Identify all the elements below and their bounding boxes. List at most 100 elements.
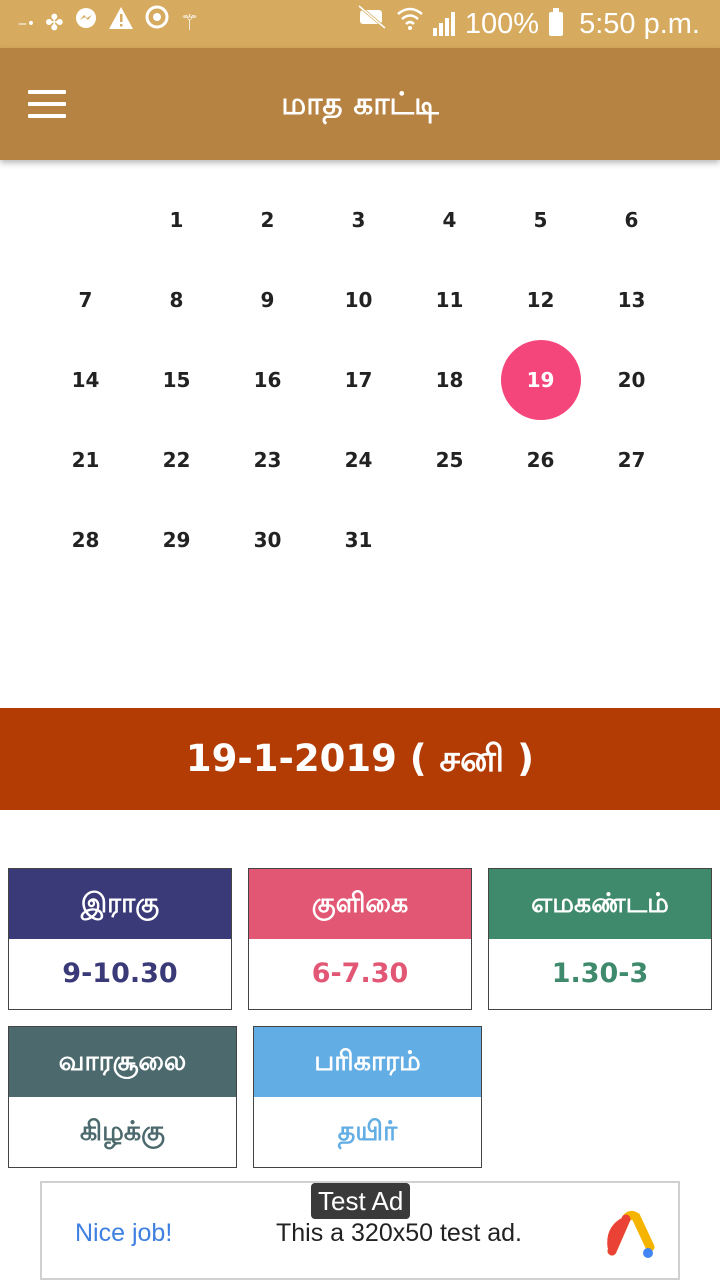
calendar-day-number: 21 [71, 448, 100, 472]
page-title: மாத காட்டி [281, 86, 439, 122]
menu-button[interactable] [22, 78, 74, 130]
adsense-logo-icon [607, 1210, 655, 1258]
calendar-day-10[interactable]: 10 [313, 260, 404, 340]
calendar-day-28[interactable]: 28 [40, 500, 131, 580]
calendar-week-row: 21 22 23 24 25 26 27 [40, 420, 677, 500]
calendar-day-number: 14 [71, 368, 100, 392]
calendar-day-13[interactable]: 13 [586, 260, 677, 340]
calendar-day-5[interactable]: 5 [495, 180, 586, 260]
calendar-day-number: 15 [162, 368, 191, 392]
calendar-day-1[interactable]: 1 [131, 180, 222, 260]
card-title: எமகண்டம் [489, 869, 711, 939]
calendar-day-6[interactable]: 6 [586, 180, 677, 260]
calendar-day-number: 16 [253, 368, 282, 392]
card-value: 1.30-3 [551, 958, 649, 989]
calendar-day-20[interactable]: 20 [586, 340, 677, 420]
calendar-week-row: 7 8 9 10 11 12 13 [40, 260, 677, 340]
card-title: குளிகை [249, 869, 471, 939]
calendar-week-row: 14 15 16 17 18 19 20 [40, 340, 677, 420]
battery-percent: 100% [464, 7, 540, 40]
calendar-day-number: 10 [344, 288, 373, 312]
calendar-day-25[interactable]: 25 [404, 420, 495, 500]
calendar-day-24[interactable]: 24 [313, 420, 404, 500]
month-calendar: 1 2 3 4 5 6 7 8 9 10 11 12 13 14 15 16 17 18 19 20 21 22 23 24 2… [40, 180, 677, 580]
emagandam-card: எமகண்டம் 1.30-3 [488, 868, 712, 1010]
calendar-day-29[interactable]: 29 [131, 500, 222, 580]
calendar-day-number: 4 [442, 208, 457, 232]
calendar-day-11[interactable]: 11 [404, 260, 495, 340]
calendar-day-number: 23 [253, 448, 282, 472]
card-value: 6-7.30 [311, 958, 409, 989]
warning-icon [108, 0, 134, 48]
calendar-day-number: 13 [617, 288, 646, 312]
calendar-day-number: 9 [260, 288, 275, 312]
calendar-day-3[interactable]: 3 [313, 180, 404, 260]
calendar-day-number: 1 [169, 208, 184, 232]
calendar-day-number: 24 [344, 448, 373, 472]
clover-icon: ✤ [45, 11, 64, 36]
calendar-day-number: 8 [169, 288, 184, 312]
calendar-day-26[interactable]: 26 [495, 420, 586, 500]
calendar-day-number: 25 [435, 448, 464, 472]
battery-icon [549, 8, 564, 36]
calendar-day-15[interactable]: 15 [131, 340, 222, 420]
calendar-day-4[interactable]: 4 [404, 180, 495, 260]
calendar-day-18[interactable]: 18 [404, 340, 495, 420]
calendar-day-number: 3 [351, 208, 366, 232]
clock: 5:50 p.m. [579, 7, 700, 40]
hamburger-icon [28, 90, 66, 94]
status-bar: ‒• ✤ ⚚ 100% 5:50 p.m. [0, 0, 720, 48]
calendar-day-number: 27 [617, 448, 646, 472]
calendar-day-number: 7 [78, 288, 93, 312]
calendar-day-number: 12 [526, 288, 555, 312]
card-title: இராகு [9, 869, 231, 939]
calendar-day-number: 6 [624, 208, 639, 232]
card-value: 9-10.30 [62, 958, 178, 989]
calendar-day-17[interactable]: 17 [313, 340, 404, 420]
calendar-day-number: 30 [253, 528, 282, 552]
card-title: வாரசூலை [9, 1027, 236, 1097]
card-value: கிழக்கு [80, 1116, 165, 1147]
calendar-day-number: 28 [71, 528, 100, 552]
sync-icon [144, 0, 170, 48]
status-right-icons: 100% 5:50 p.m. [357, 0, 700, 48]
calendar-day-number: 19 [500, 340, 581, 420]
ad-body-text: This a 320x50 test ad. [276, 1219, 522, 1247]
calendar-day-9[interactable]: 9 [222, 260, 313, 340]
calendar-day-7[interactable]: 7 [40, 260, 131, 340]
varasoolai-card: வாரசூலை கிழக்கு [8, 1026, 237, 1168]
calendar-day-number: 17 [344, 368, 373, 392]
calendar-day-22[interactable]: 22 [131, 420, 222, 500]
ad-headline[interactable]: Nice job! [75, 1213, 172, 1253]
calendar-day-number: 26 [526, 448, 555, 472]
card-title: பரிகாரம் [254, 1027, 481, 1097]
calendar-day-16[interactable]: 16 [222, 340, 313, 420]
calendar-day-31[interactable]: 31 [313, 500, 404, 580]
calendar-day-14[interactable]: 14 [40, 340, 131, 420]
calendar-day-12[interactable]: 12 [495, 260, 586, 340]
mute-icon [357, 0, 387, 48]
calendar-week-row: 1 2 3 4 5 6 [40, 180, 677, 260]
kuligai-card: குளிகை 6-7.30 [248, 868, 472, 1010]
calendar-day-21[interactable]: 21 [40, 420, 131, 500]
notification-icon: ‒• [18, 16, 36, 32]
calendar-day-2[interactable]: 2 [222, 180, 313, 260]
calendar-day-number: 20 [617, 368, 646, 392]
calendar-week-row: 28 29 30 31 [40, 500, 677, 580]
rahu-card: இராகு 9-10.30 [8, 868, 232, 1010]
status-left-icons: ‒• ✤ ⚚ [18, 0, 199, 48]
calendar-day-number: 5 [533, 208, 548, 232]
signal-icon [432, 12, 455, 36]
calendar-day-23[interactable]: 23 [222, 420, 313, 500]
app-bar: மாத காட்டி [0, 48, 720, 160]
magic-wand-icon: ⚚ [179, 11, 200, 36]
calendar-day-number: 11 [435, 288, 464, 312]
ad-banner[interactable]: Test Ad Nice job! This a 320x50 test ad. [40, 1181, 680, 1280]
calendar-day-19[interactable]: 19 [495, 340, 586, 420]
calendar-day-8[interactable]: 8 [131, 260, 222, 340]
calendar-day-27[interactable]: 27 [586, 420, 677, 500]
calendar-day-number: 18 [435, 368, 464, 392]
calendar-day-30[interactable]: 30 [222, 500, 313, 580]
calendar-day-number: 22 [162, 448, 191, 472]
card-value: தயிர் [337, 1116, 398, 1147]
